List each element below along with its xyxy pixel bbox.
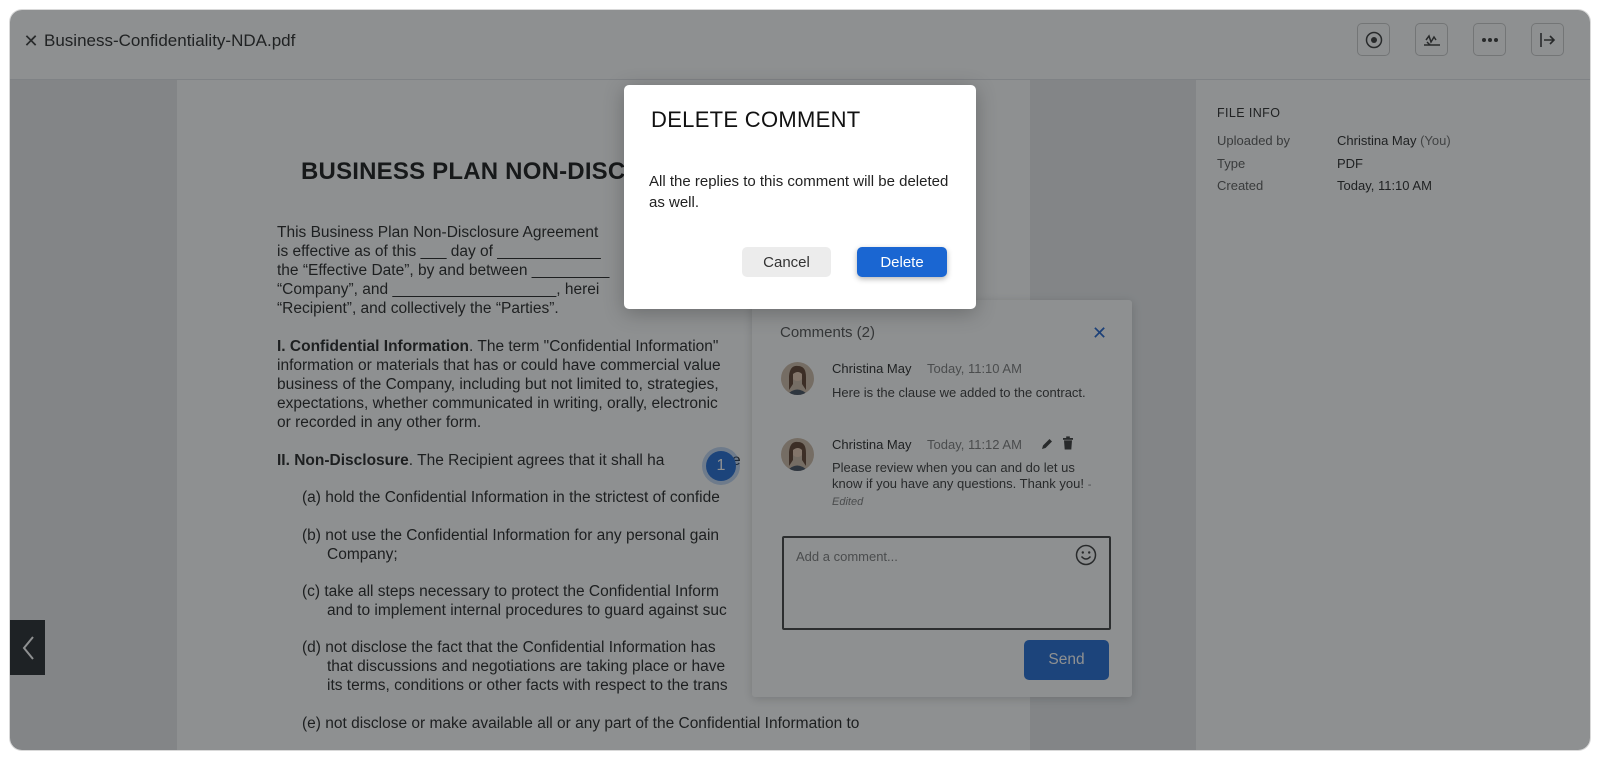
app-window: ✕ Business-Confidentiality-NDA.pdf (10, 10, 1590, 750)
delete-button[interactable]: Delete (857, 247, 947, 277)
delete-comment-dialog: DELETE COMMENT All the replies to this c… (624, 85, 976, 309)
cancel-button[interactable]: Cancel (742, 247, 831, 277)
dialog-message: All the replies to this comment will be … (649, 173, 949, 211)
dialog-title: DELETE COMMENT (651, 107, 861, 132)
